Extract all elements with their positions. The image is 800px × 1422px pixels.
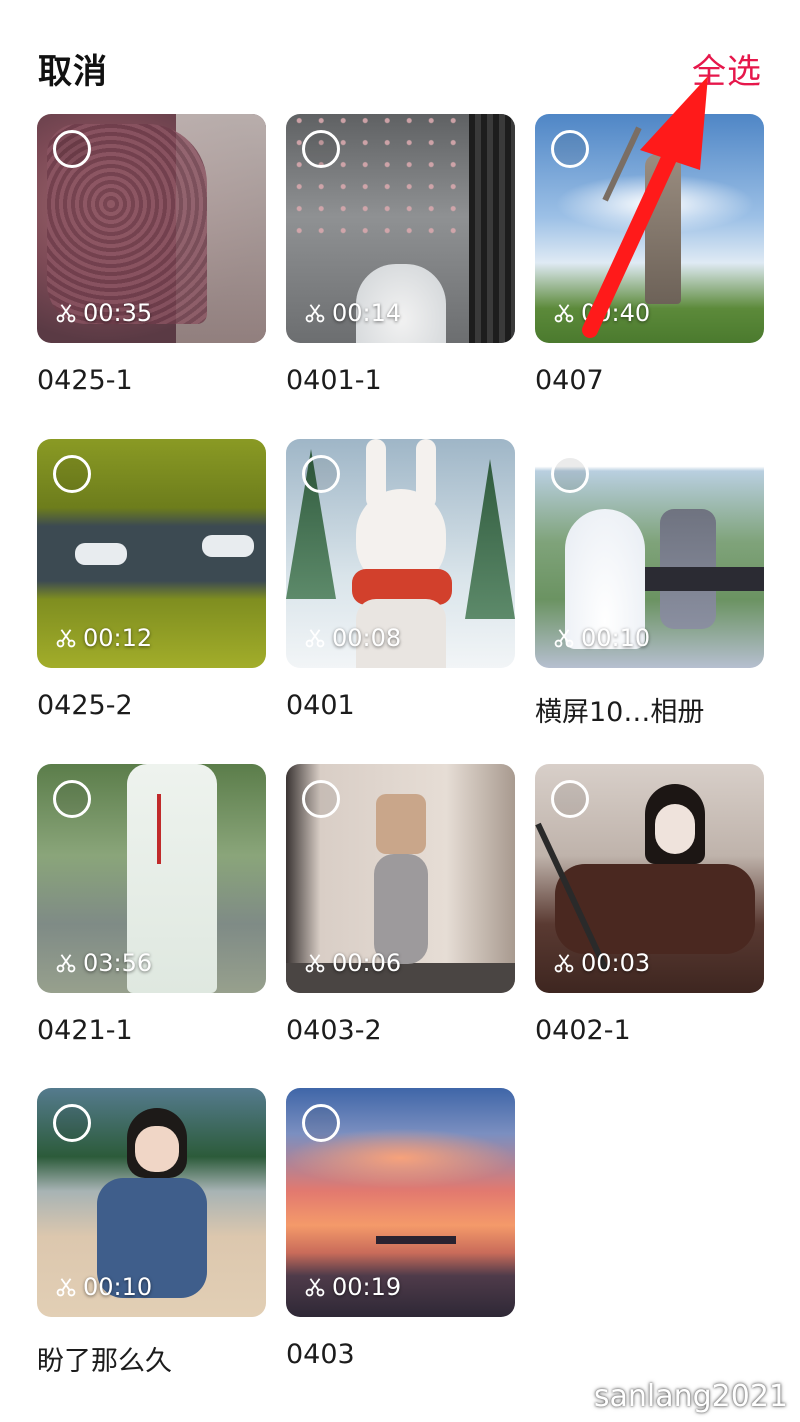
album-thumbnail[interactable]: 00:12: [37, 439, 266, 668]
duration-badge: 00:12: [55, 624, 152, 652]
album-thumbnail[interactable]: 00:40: [535, 114, 764, 343]
duration-badge: 00:08: [304, 624, 401, 652]
select-checkbox[interactable]: [53, 455, 91, 493]
watermark: sanlang2021: [593, 1379, 788, 1414]
album-title: 0425-1: [37, 365, 133, 396]
select-checkbox[interactable]: [302, 780, 340, 818]
scissors-icon: [554, 629, 574, 648]
select-checkbox[interactable]: [551, 780, 589, 818]
album-thumbnail[interactable]: 00:14: [286, 114, 515, 343]
duration-badge: 00:10: [553, 624, 650, 652]
album-item[interactable]: 00:08 0401: [286, 439, 515, 721]
album-thumbnail[interactable]: 00:10: [37, 1088, 266, 1317]
select-checkbox[interactable]: [53, 1104, 91, 1142]
album-title: 0407: [535, 365, 604, 396]
duration-badge: 00:19: [304, 1273, 401, 1301]
duration-badge: 00:14: [304, 299, 401, 327]
album-title: 0401: [286, 690, 355, 721]
scissors-icon: [305, 629, 325, 648]
album-item[interactable]: 00:03 0402-1: [535, 764, 764, 1046]
album-title: 0402-1: [535, 1015, 631, 1046]
album-thumbnail[interactable]: 00:35: [37, 114, 266, 343]
select-checkbox[interactable]: [302, 1104, 340, 1142]
album-thumbnail[interactable]: 03:56: [37, 764, 266, 993]
scissors-icon: [305, 954, 325, 973]
album-item[interactable]: 00:19 0403: [286, 1088, 515, 1370]
duration-badge: 00:06: [304, 949, 401, 977]
album-title: 0403: [286, 1339, 355, 1370]
duration-text: 00:35: [83, 299, 153, 327]
duration-badge: 03:56: [55, 949, 152, 977]
select-checkbox[interactable]: [551, 455, 589, 493]
top-bar: 取消 全选: [0, 0, 800, 110]
album-item[interactable]: 00:35 0425-1: [37, 114, 266, 396]
album-item[interactable]: 00:12 0425-2: [37, 439, 266, 721]
duration-badge: 00:03: [553, 949, 650, 977]
album-title: 0403-2: [286, 1015, 382, 1046]
scissors-icon: [56, 954, 76, 973]
album-title: 0401-1: [286, 365, 382, 396]
album-item[interactable]: 00:14 0401-1: [286, 114, 515, 396]
album-item[interactable]: 00:06 0403-2: [286, 764, 515, 1046]
select-all-button[interactable]: 全选: [692, 44, 762, 93]
album-title: 0425-2: [37, 690, 133, 721]
album-thumbnail[interactable]: 00:03: [535, 764, 764, 993]
cancel-button[interactable]: 取消: [38, 44, 108, 93]
album-thumbnail[interactable]: 00:08: [286, 439, 515, 668]
album-title: 0421-1: [37, 1015, 133, 1046]
select-checkbox[interactable]: [53, 130, 91, 168]
duration-text: 00:06: [332, 949, 402, 977]
scissors-icon: [305, 304, 325, 323]
duration-text: 00:08: [332, 624, 402, 652]
album-title: 盼了那么久: [37, 1346, 172, 1377]
select-checkbox[interactable]: [53, 780, 91, 818]
scissors-icon: [56, 629, 76, 648]
album-title: 横屏10…相册: [535, 697, 705, 728]
duration-text: 03:56: [83, 949, 153, 977]
duration-text: 00:12: [83, 624, 153, 652]
album-item[interactable]: 00:10 横屏10…相册: [535, 439, 764, 729]
duration-badge: 00:35: [55, 299, 152, 327]
album-thumbnail[interactable]: 00:06: [286, 764, 515, 993]
album-thumbnail[interactable]: 00:10: [535, 439, 764, 668]
album-item[interactable]: 03:56 0421-1: [37, 764, 266, 1046]
duration-text: 00:40: [581, 299, 651, 327]
select-checkbox[interactable]: [551, 130, 589, 168]
select-checkbox[interactable]: [302, 130, 340, 168]
scissors-icon: [56, 304, 76, 323]
duration-text: 00:03: [581, 949, 651, 977]
scissors-icon: [554, 954, 574, 973]
duration-text: 00:10: [581, 624, 651, 652]
duration-badge: 00:40: [553, 299, 650, 327]
duration-badge: 00:10: [55, 1273, 152, 1301]
duration-text: 00:14: [332, 299, 402, 327]
duration-text: 00:19: [332, 1273, 402, 1301]
album-item[interactable]: 00:10 盼了那么久: [37, 1088, 266, 1378]
duration-text: 00:10: [83, 1273, 153, 1301]
album-item[interactable]: 00:40 0407: [535, 114, 764, 396]
scissors-icon: [554, 304, 574, 323]
scissors-icon: [56, 1278, 76, 1297]
scissors-icon: [305, 1278, 325, 1297]
album-thumbnail[interactable]: 00:19: [286, 1088, 515, 1317]
select-checkbox[interactable]: [302, 455, 340, 493]
